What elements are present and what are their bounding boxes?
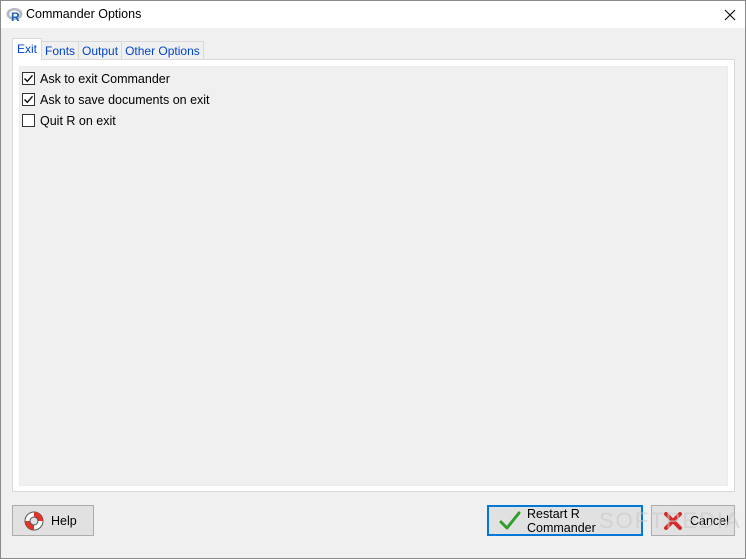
checkmark-green-icon [499,511,521,529]
tab-fonts[interactable]: Fonts [41,41,80,60]
ask-exit-label: Ask to exit Commander [40,71,170,86]
help-button[interactable]: Help [12,505,94,536]
checkmark-icon [24,74,34,83]
cancel-label: Cancel [690,513,729,528]
window-title: Commander Options [26,7,142,21]
svg-text:R: R [11,10,20,23]
option-quit-r-on-exit[interactable]: Quit R on exit [22,112,116,129]
r-logo-icon: R [6,8,23,23]
restart-label: Restart R Commander [527,506,596,535]
option-ask-save-documents[interactable]: Ask to save documents on exit [22,91,210,108]
checkmark-icon [24,95,34,104]
tab-exit[interactable]: Exit [12,38,43,60]
tab-output[interactable]: Output [78,41,123,60]
exit-options-area: Ask to exit Commander Ask to save docume… [19,66,728,486]
commander-options-window: R Commander Options Exit Fonts Output Ot… [0,0,746,559]
lifebuoy-icon [24,511,44,530]
close-button[interactable] [715,1,745,28]
ask-save-label: Ask to save documents on exit [40,92,210,107]
red-x-icon [664,511,682,530]
option-ask-exit-commander[interactable]: Ask to exit Commander [22,70,170,87]
quit-r-checkbox[interactable] [22,114,35,127]
restart-r-commander-button[interactable]: Restart R Commander [487,505,643,536]
ask-save-checkbox[interactable] [22,93,35,106]
exit-tab-panel: Ask to exit Commander Ask to save docume… [12,59,735,492]
cancel-button[interactable]: Cancel [651,505,735,536]
options-tab-bar: Exit Fonts Output Other Options [12,38,204,60]
help-label: Help [51,513,77,528]
dialog-client-area: Exit Fonts Output Other Options Ask to e… [1,28,745,558]
ask-exit-checkbox[interactable] [22,72,35,85]
close-icon [724,9,736,20]
tab-other-options[interactable]: Other Options [121,41,204,60]
title-bar: R Commander Options [1,1,745,28]
quit-r-label: Quit R on exit [40,113,116,128]
